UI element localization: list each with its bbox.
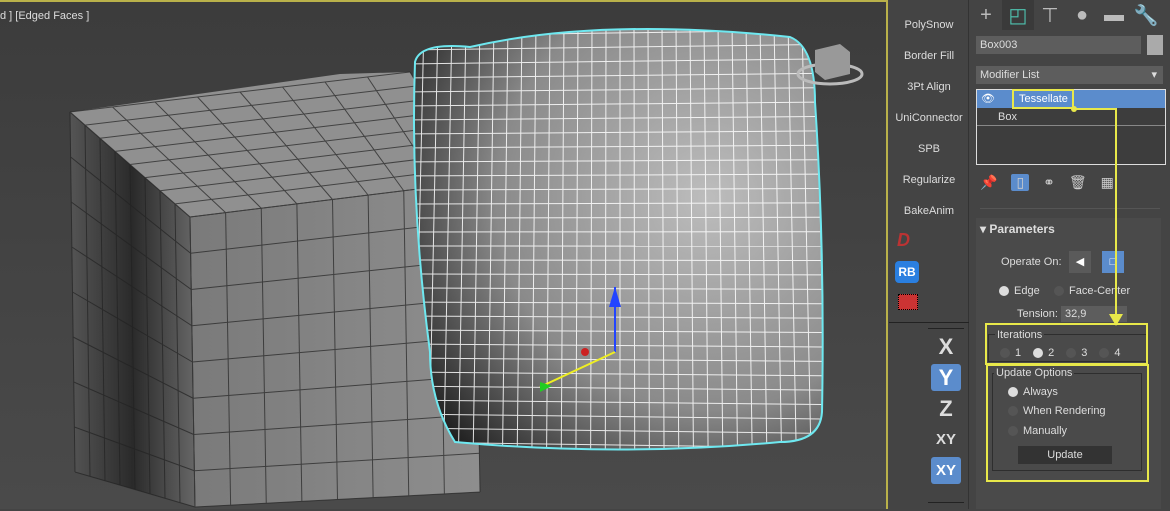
right-cube-selected[interactable]: [400, 15, 841, 462]
bakeanim-button[interactable]: BakeAnim: [889, 196, 969, 227]
rb-icon[interactable]: RB: [895, 261, 919, 283]
regularize-button[interactable]: Regularize: [889, 165, 969, 196]
polysnow-button[interactable]: PolySnow: [889, 10, 969, 41]
axis-xy-button[interactable]: XY: [931, 426, 961, 453]
3pt-align-button[interactable]: 3Pt Align: [889, 72, 969, 103]
callout-arrow: [970, 0, 1170, 509]
command-panel: + ◰ ⊤ ● ▬ 🔧 Box003 Modifier List▾ 👁Tesse…: [970, 0, 1170, 509]
mesh-edge: [830, 22, 841, 462]
viewport[interactable]: d ] [Edged Faces ]: [0, 0, 888, 509]
viewport-label[interactable]: d ] [Edged Faces ]: [0, 10, 89, 22]
mesh-edge: [400, 260, 840, 261]
spb-button[interactable]: SPB: [889, 134, 969, 165]
grid-select-icon[interactable]: [898, 294, 918, 310]
mesh-edge: [400, 15, 840, 22]
axis-xy-flyout-button[interactable]: XY: [931, 457, 961, 484]
axis-x-button[interactable]: X: [931, 333, 961, 360]
axis-z-button[interactable]: Z: [931, 395, 961, 422]
mesh-edge: [634, 22, 635, 462]
border-fill-button[interactable]: Border Fill: [889, 41, 969, 72]
uniconnector-button[interactable]: UniConnector: [889, 103, 969, 134]
d-script-icon[interactable]: D: [897, 230, 910, 251]
axis-y-button[interactable]: Y: [931, 364, 961, 391]
axis-constraints: X Y Z XY XY: [928, 328, 964, 503]
mesh-edge: [605, 22, 606, 462]
viewport-scene: [0, 2, 886, 511]
